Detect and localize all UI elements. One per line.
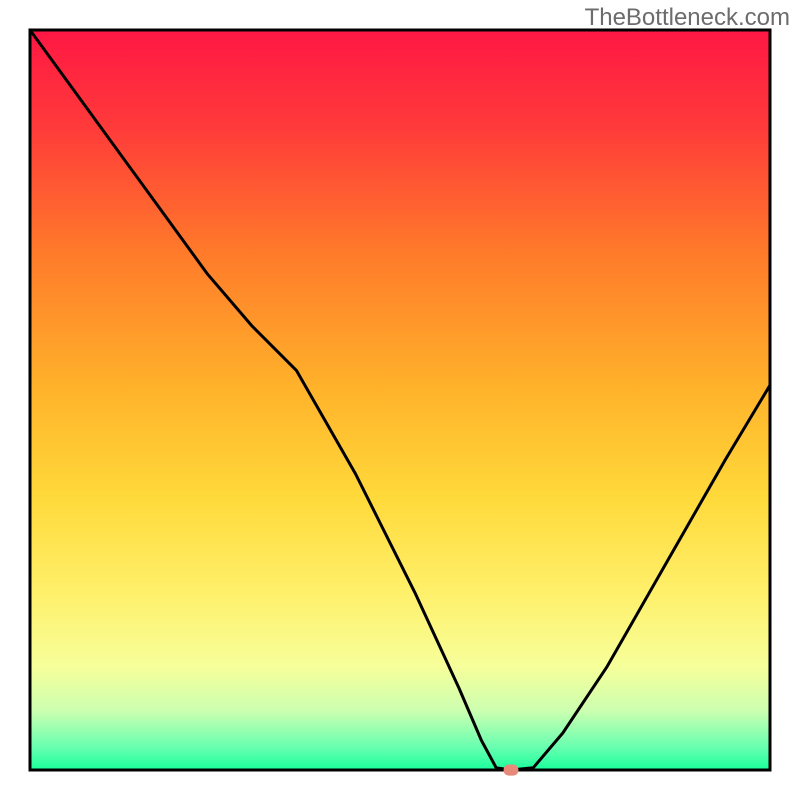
gradient-background <box>30 30 770 770</box>
bottleneck-chart <box>0 0 800 800</box>
optimum-marker <box>504 765 519 776</box>
site-watermark: TheBottleneck.com <box>585 4 790 32</box>
chart-container: TheBottleneck.com <box>0 0 800 800</box>
plot-area <box>30 30 770 776</box>
